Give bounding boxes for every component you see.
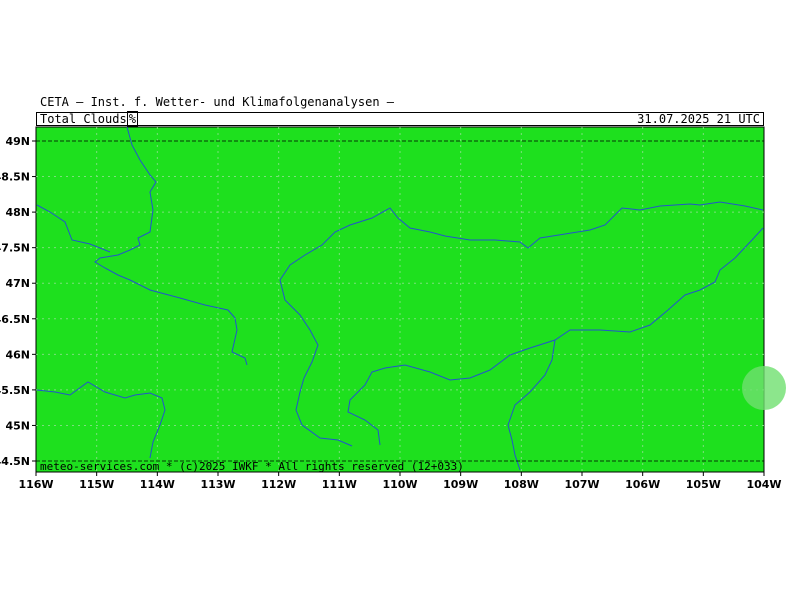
x-tick-label: 107W	[564, 478, 599, 491]
y-tick-label: 44.5N	[0, 455, 30, 468]
x-tick-label: 111W	[322, 478, 357, 491]
x-tick-label: 106W	[625, 478, 660, 491]
y-tick-label: 47N	[5, 277, 30, 290]
x-tick-label: 112W	[261, 478, 296, 491]
y-tick-label: 49N	[5, 135, 30, 148]
x-axis: 116W 115W 114W 113W 112W 111W 110W 109W 108W 107W…	[18, 472, 782, 491]
copyright-footer: meteo-services.com * (c)2025 IWKF * All …	[40, 460, 464, 473]
map-area	[35, 126, 786, 473]
y-tick-label: 48.5N	[0, 171, 30, 184]
x-tick-label: 108W	[504, 478, 539, 491]
y-tick-label: 48N	[5, 206, 30, 219]
y-tick-label: 46.5N	[0, 313, 30, 326]
y-axis: 49N 48.5N 48N 47.5N 47N 46.5N 46N 45.5N 45N 44.5N	[0, 135, 36, 468]
x-tick-label: 115W	[79, 478, 114, 491]
y-tick-label: 45.5N	[0, 384, 30, 397]
cloud-fill	[35, 126, 765, 473]
x-tick-label: 109W	[443, 478, 478, 491]
x-tick-label: 116W	[18, 478, 53, 491]
x-tick-label: 104W	[746, 478, 781, 491]
x-tick-label: 110W	[382, 478, 417, 491]
y-tick-label: 45N	[5, 419, 30, 432]
y-tick-label: 47.5N	[0, 242, 30, 255]
cloud-map: 116W 115W 114W 113W 112W 111W 110W 109W 108W 107W…	[0, 126, 786, 491]
x-tick-label: 113W	[200, 478, 235, 491]
clear-spot	[742, 366, 786, 410]
x-tick-label: 114W	[140, 478, 175, 491]
x-tick-label: 105W	[686, 478, 721, 491]
y-tick-label: 46N	[5, 348, 30, 361]
